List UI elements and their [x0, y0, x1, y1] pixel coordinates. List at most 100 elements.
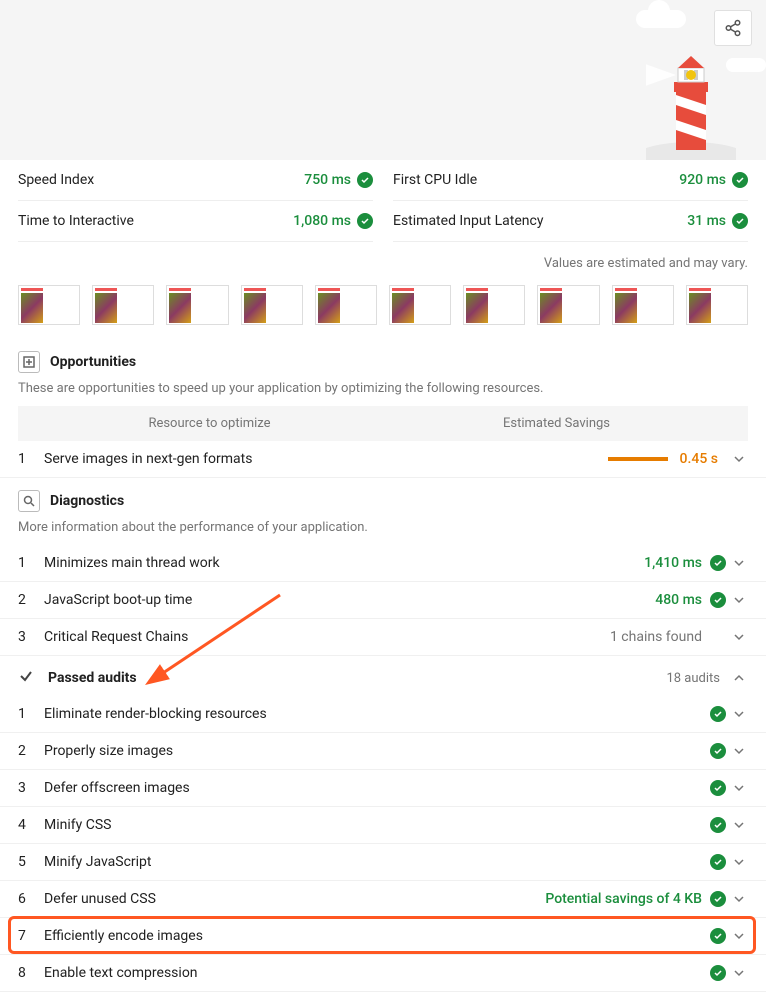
filmstrip-thumb	[18, 285, 80, 325]
metric-row: Speed Index 750 ms	[18, 160, 373, 201]
chevron-down-icon[interactable]	[730, 893, 748, 905]
metric-value: 31 ms	[687, 213, 748, 229]
opportunities-table-header: Resource to optimize Estimated Savings	[18, 406, 748, 441]
section-title: Passed audits	[48, 670, 666, 686]
diagnostic-row[interactable]: 1 Minimizes main thread work 1,410 ms	[0, 545, 766, 582]
pass-icon	[710, 743, 726, 759]
audit-title: Enable text compression	[44, 965, 710, 981]
opportunities-icon	[18, 351, 40, 373]
filmstrip-thumb	[537, 285, 599, 325]
chevron-down-icon[interactable]	[730, 930, 748, 942]
chevron-down-icon[interactable]	[730, 782, 748, 794]
chevron-down-icon[interactable]	[730, 856, 748, 868]
metric-row: Time to Interactive 1,080 ms	[18, 201, 373, 242]
chevron-down-icon[interactable]	[730, 745, 748, 757]
chevron-up-icon[interactable]	[730, 672, 748, 684]
diagnostic-row[interactable]: 2 JavaScript boot-up time 480 ms	[0, 582, 766, 619]
audit-title: Defer offscreen images	[44, 780, 710, 796]
pass-icon	[710, 706, 726, 722]
metric-row: Estimated Input Latency 31 ms	[393, 201, 748, 242]
metric-label: Estimated Input Latency	[393, 213, 543, 229]
col-header: Estimated Savings	[383, 416, 730, 431]
chevron-down-icon[interactable]	[730, 631, 748, 643]
metric-label: First CPU Idle	[393, 172, 477, 188]
chevron-down-icon[interactable]	[730, 557, 748, 569]
metric-label: Speed Index	[18, 172, 94, 188]
audit-num: 1	[18, 706, 44, 722]
metric-row: First CPU Idle 920 ms	[393, 160, 748, 201]
pass-icon	[710, 928, 726, 944]
pass-icon	[357, 172, 373, 188]
pass-icon	[732, 172, 748, 188]
filmstrip-thumb	[241, 285, 303, 325]
audit-num: 3	[18, 629, 44, 645]
audit-num: 2	[18, 592, 44, 608]
audit-num: 2	[18, 743, 44, 759]
filmstrip-thumb	[686, 285, 748, 325]
audit-count: 18 audits	[666, 671, 720, 686]
metric-value: 750 ms	[304, 172, 373, 188]
passed-audit-row[interactable]: 2 Properly size images	[0, 733, 766, 770]
audit-title: Eliminate render-blocking resources	[44, 706, 710, 722]
metric-value: 920 ms	[679, 172, 748, 188]
chevron-down-icon[interactable]	[730, 967, 748, 979]
passed-audit-row[interactable]: 3 Defer offscreen images	[0, 770, 766, 807]
estimated-note: Values are estimated and may vary.	[0, 242, 766, 281]
filmstrip-thumb	[166, 285, 228, 325]
filmstrip-thumb	[315, 285, 377, 325]
pass-icon	[710, 891, 726, 907]
filmstrip-thumb	[92, 285, 154, 325]
diagnostics-header: Diagnostics	[0, 478, 766, 518]
audit-title: Serve images in next-gen formats	[44, 451, 608, 467]
chevron-down-icon[interactable]	[730, 594, 748, 606]
section-desc: More information about the performance o…	[0, 518, 766, 545]
opportunity-row[interactable]: 1 Serve images in next-gen formats 0.45 …	[0, 441, 766, 478]
savings-bar	[608, 457, 668, 461]
audit-title: Defer unused CSS	[44, 891, 545, 907]
audit-title: Minify JavaScript	[44, 854, 710, 870]
audit-title: Minimizes main thread work	[44, 555, 644, 571]
diagnostic-row[interactable]: 3 Critical Request Chains 1 chains found	[0, 619, 766, 656]
audit-num: 7	[18, 928, 44, 944]
opportunities-header: Opportunities	[0, 339, 766, 379]
pass-icon	[710, 854, 726, 870]
section-title: Opportunities	[50, 354, 136, 370]
filmstrip-thumb	[612, 285, 674, 325]
diagnostics-icon	[18, 490, 40, 512]
audit-num: 1	[18, 451, 44, 467]
pass-icon	[732, 213, 748, 229]
pass-icon	[710, 592, 726, 608]
passed-audits-header[interactable]: Passed audits 18 audits	[0, 656, 766, 696]
passed-audit-row[interactable]: 1 Eliminate render-blocking resources	[0, 696, 766, 733]
pass-icon	[710, 780, 726, 796]
share-icon	[724, 19, 742, 37]
pass-icon	[710, 965, 726, 981]
section-desc: These are opportunities to speed up your…	[0, 379, 766, 406]
passed-audit-row[interactable]: 7 Efficiently encode images	[0, 918, 766, 955]
audit-title: Critical Request Chains	[44, 629, 610, 645]
audit-num: 5	[18, 854, 44, 870]
audit-value: 0.45 s	[680, 451, 718, 467]
checkmark-icon	[18, 668, 40, 688]
passed-audit-row[interactable]: 5 Minify JavaScript	[0, 844, 766, 881]
filmstrip-thumb	[463, 285, 525, 325]
audit-num: 1	[18, 555, 44, 571]
section-title: Diagnostics	[50, 493, 124, 509]
chevron-down-icon[interactable]	[730, 453, 748, 465]
audit-title: Properly size images	[44, 743, 710, 759]
audit-title: Efficiently encode images	[44, 928, 710, 944]
audit-num: 6	[18, 891, 44, 907]
filmstrip	[0, 281, 766, 339]
metrics-grid: Speed Index 750 ms Time to Interactive 1…	[0, 160, 766, 242]
cloud-decoration	[636, 10, 686, 28]
audit-value: 1,410 ms	[644, 555, 702, 571]
pass-icon	[710, 555, 726, 571]
passed-audit-row[interactable]: 4 Minify CSS	[0, 807, 766, 844]
passed-audit-row[interactable]: 6 Defer unused CSS Potential savings of …	[0, 881, 766, 918]
filmstrip-thumb	[389, 285, 451, 325]
passed-audit-row[interactable]: 8 Enable text compression	[0, 955, 766, 992]
audit-num: 3	[18, 780, 44, 796]
audit-value: 480 ms	[655, 592, 702, 608]
chevron-down-icon[interactable]	[730, 708, 748, 720]
chevron-down-icon[interactable]	[730, 819, 748, 831]
